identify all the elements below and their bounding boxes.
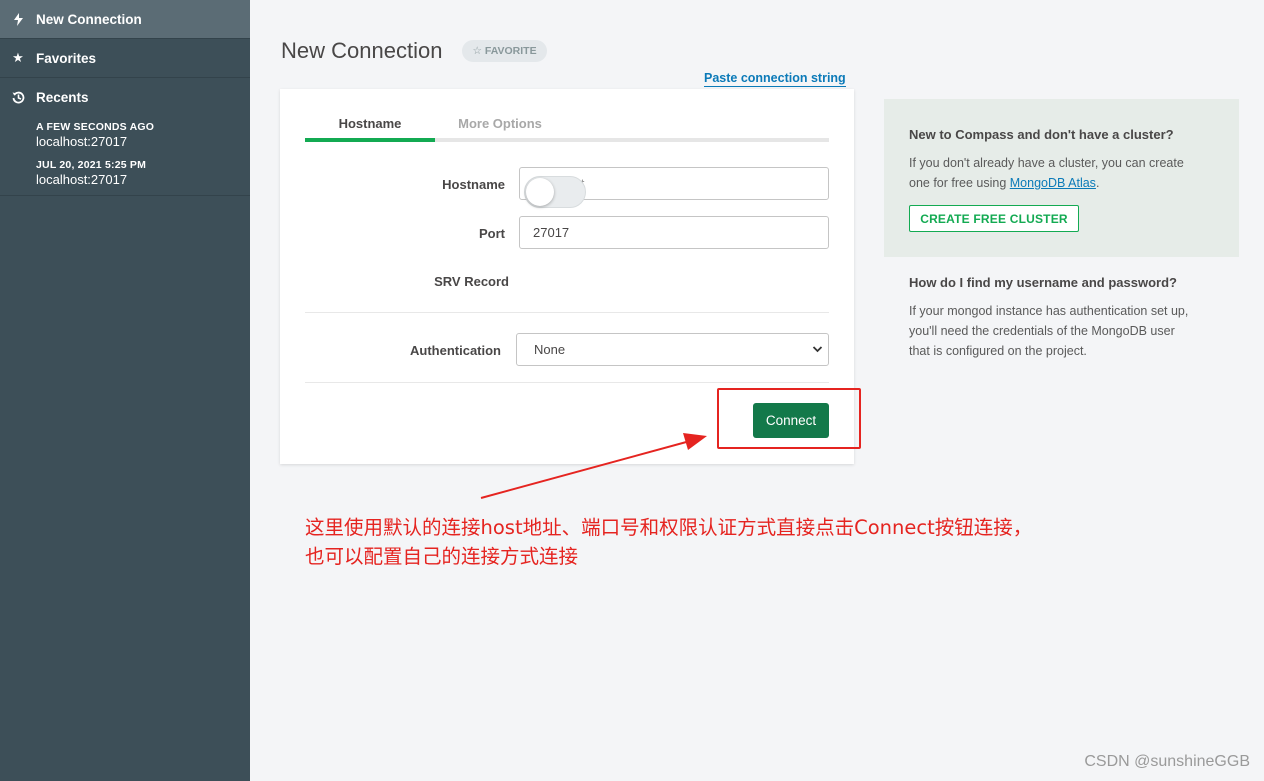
watermark: CSDN @sunshineGGB (1084, 753, 1250, 770)
annotation-line: 这里使用默认的连接host地址、端口号和权限认证方式直接点击Connect按钮连… (305, 516, 1033, 539)
annotation-text: 这里使用默认的连接host地址、端口号和权限认证方式直接点击Connect按钮连… (305, 513, 1032, 571)
annotation-line: 也可以配置自己的连接方式连接 (305, 545, 579, 568)
annotation-arrow (480, 433, 707, 499)
